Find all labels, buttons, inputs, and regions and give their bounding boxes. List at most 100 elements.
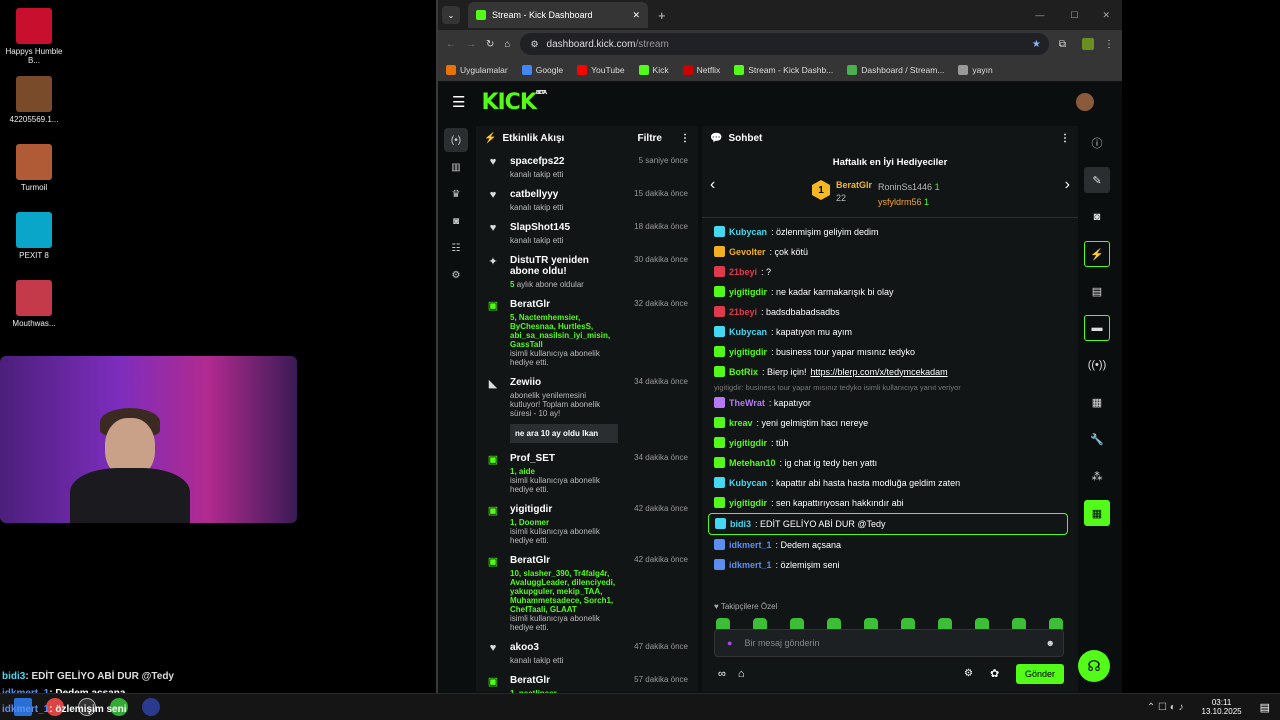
chat-message[interactable]: idkmert_1: özlemişim seni <box>702 555 1078 575</box>
chat-username[interactable]: bidi3 <box>730 519 751 529</box>
chat-message[interactable]: BotRix: Bierp için! https://blerp.com/x/… <box>702 362 1078 382</box>
event-user[interactable]: yigitigdir <box>510 504 618 515</box>
minimize-icon[interactable]: — <box>1035 10 1044 20</box>
info-icon[interactable]: ⓘ <box>1084 130 1110 156</box>
chat-message[interactable]: yigitigdir: tüh <box>702 433 1078 453</box>
chat-more-icon[interactable]: ⋮ <box>1060 133 1070 144</box>
activity-event[interactable]: ♥ catbellyyy kanalı takip etti 15 dakika ön… <box>476 183 698 216</box>
profile-icon[interactable] <box>1082 38 1094 50</box>
chat-link[interactable]: https://blerp.com/x/tedymcekadam <box>811 367 948 377</box>
activity-event[interactable]: ▣ BeratGlr 10, slasher_390, Tr4falg4r, Ava… <box>476 549 698 636</box>
desktop-icon[interactable]: PEXIT 8 <box>4 212 64 260</box>
chat-icon[interactable]: ▬ <box>1084 315 1110 341</box>
bookmark-item[interactable]: yayın <box>958 64 993 75</box>
chat-username[interactable]: 21beyi <box>729 267 757 277</box>
mic-icon[interactable]: ● <box>727 638 732 648</box>
bookmark-item[interactable]: Google <box>521 64 563 75</box>
chat-message[interactable]: yigitigdir: sen kapattırıyosan hakkındır… <box>702 493 1078 513</box>
users-icon[interactable]: ☷ <box>444 236 468 260</box>
chat-username[interactable]: kreav <box>729 418 753 428</box>
event-user[interactable]: BeratGlr <box>510 555 618 566</box>
broadcast-icon[interactable]: ((•)) <box>1084 352 1110 378</box>
chat-message[interactable]: yigitigdir: ne kadar karmakarışık bi ola… <box>702 282 1078 302</box>
event-user[interactable]: akoo3 <box>510 642 618 653</box>
settings-icon[interactable]: ⚙ <box>444 263 468 287</box>
tab-search-icon[interactable]: ⌄ <box>442 6 460 24</box>
avatar[interactable] <box>1076 93 1094 111</box>
camera-icon[interactable]: ◙ <box>444 209 468 233</box>
share-icon[interactable]: ⁂ <box>1084 463 1110 489</box>
trophy-icon[interactable]: ♛ <box>444 182 468 206</box>
event-user[interactable]: SlapShot145 <box>510 222 618 233</box>
hamburger-menu-icon[interactable]: ☰ <box>452 93 465 111</box>
support-icon[interactable]: ☊ <box>1078 650 1110 682</box>
maximize-icon[interactable]: ☐ <box>1070 10 1078 21</box>
chat-username[interactable]: yigitigdir <box>729 438 767 448</box>
activity-event[interactable]: ♥ akoo3 kanalı takip etti 47 dakika önce <box>476 636 698 669</box>
camera-icon[interactable]: ◙ <box>1084 204 1110 230</box>
chat-message[interactable]: idkmert_1: Dedem açsana <box>702 535 1078 555</box>
address-bar[interactable]: ⚙ dashboard.kick.com/stream ★ <box>520 33 1049 55</box>
more-icon[interactable]: ⋮ <box>680 133 690 144</box>
event-user[interactable]: catbellyyy <box>510 189 618 200</box>
extensions-icon[interactable]: ⧉ <box>1059 39 1066 50</box>
chat-message[interactable]: kreav: yeni gelmiştim hacı nereye <box>702 413 1078 433</box>
chat-username[interactable]: Kubycan <box>729 327 767 337</box>
message-input[interactable]: ● Bir mesaj gönderin ☻ <box>714 629 1064 657</box>
event-user[interactable]: Zewiio <box>510 377 618 388</box>
event-user[interactable]: BeratGlr <box>510 675 618 686</box>
clapper-icon[interactable]: ▦ <box>1084 500 1110 526</box>
bookmark-item[interactable]: Dashboard / Stream... <box>847 64 944 75</box>
gift-icon[interactable]: ✿ <box>990 667 999 680</box>
filter-button[interactable]: Filtre <box>638 133 662 144</box>
chat-username[interactable]: idkmert_1 <box>729 540 772 550</box>
site-info-icon[interactable]: ⚙ <box>530 39 538 50</box>
new-tab-icon[interactable]: + <box>658 8 666 23</box>
tab-stream[interactable]: Stream - Kick Dashboard ✕ <box>468 2 648 28</box>
window-close-icon[interactable]: ✕ <box>1102 10 1110 21</box>
forward-icon[interactable]: → <box>466 39 476 50</box>
activity-event[interactable]: ✦ DistuTR yeniden abone oldu! 5 aylık abon… <box>476 249 698 293</box>
layout-icon[interactable]: ▦ <box>1084 389 1110 415</box>
next-icon[interactable]: › <box>1065 176 1070 194</box>
tray-icons[interactable]: ⌃ ☐ ◐ ♪ <box>1147 702 1184 713</box>
stream-icon[interactable]: (•) <box>444 128 468 152</box>
event-user[interactable]: BeratGlr <box>510 299 618 310</box>
emoji-icon[interactable]: ☻ <box>1046 638 1055 648</box>
chat-username[interactable]: idkmert_1 <box>729 560 772 570</box>
close-icon[interactable]: ✕ <box>632 10 640 21</box>
gifter-name[interactable]: BeratGlr <box>836 180 872 190</box>
activity-event[interactable]: ▣ Prof_SET 1, aide isimli kullanıcıya abone… <box>476 447 698 498</box>
send-button[interactable]: Gönder <box>1016 664 1064 684</box>
chat-message[interactable]: Kubycan: özlenmişim geliyim dedim <box>702 222 1078 242</box>
gifter-name[interactable]: RoninSs1446 <box>878 182 932 192</box>
kick-logo[interactable]: KICKBETA <box>481 90 547 115</box>
reload-icon[interactable]: ↻ <box>486 39 494 50</box>
chat-username[interactable]: Gevolter <box>729 247 766 257</box>
chat-username[interactable]: Metehan10 <box>729 458 776 468</box>
analytics-icon[interactable]: ▥ <box>444 155 468 179</box>
store-icon[interactable]: ⌂ <box>738 668 745 680</box>
event-user[interactable]: spacefps22 <box>510 156 618 167</box>
bolt-icon[interactable]: ⚡ <box>1084 241 1110 267</box>
document-icon[interactable]: ▤ <box>1084 278 1110 304</box>
chat-message[interactable]: 21beyi: ? <box>702 262 1078 282</box>
steam-icon[interactable] <box>142 698 160 716</box>
chat-username[interactable]: Kubycan <box>729 227 767 237</box>
desktop-icon[interactable]: Turmoil <box>4 144 64 192</box>
chat-message[interactable]: Gevolter: çok kötü <box>702 242 1078 262</box>
bookmark-item[interactable]: YouTube <box>577 64 625 75</box>
bookmark-item[interactable]: Stream - Kick Dashb... <box>734 64 833 75</box>
bookmark-star-icon[interactable]: ★ <box>1032 39 1041 50</box>
chat-username[interactable]: yigitigdir <box>729 498 767 508</box>
chat-message[interactable]: bidi3: EDİT GELİYO ABİ DUR @Tedy <box>708 513 1068 535</box>
desktop-icon[interactable]: 42205569.1... <box>4 76 64 124</box>
activity-event[interactable]: ♥ spacefps22 kanalı takip etti 5 saniye önc… <box>476 150 698 183</box>
back-icon[interactable]: ← <box>446 39 456 50</box>
activity-event[interactable]: ▣ BeratGlr 5, Nactemhemsier, ByChesnaa, Hu… <box>476 293 698 371</box>
menu-icon[interactable]: ⋮ <box>1104 39 1114 50</box>
chat-message[interactable]: 21beyi: badsdbabadsadbs <box>702 302 1078 322</box>
chat-message[interactable]: Metehan10: ig chat ig tedy ben yattı <box>702 453 1078 473</box>
wrench-icon[interactable]: 🔧 <box>1084 426 1110 452</box>
activity-event[interactable]: ♥ SlapShot145 kanalı takip etti 18 dakika ö… <box>476 216 698 249</box>
